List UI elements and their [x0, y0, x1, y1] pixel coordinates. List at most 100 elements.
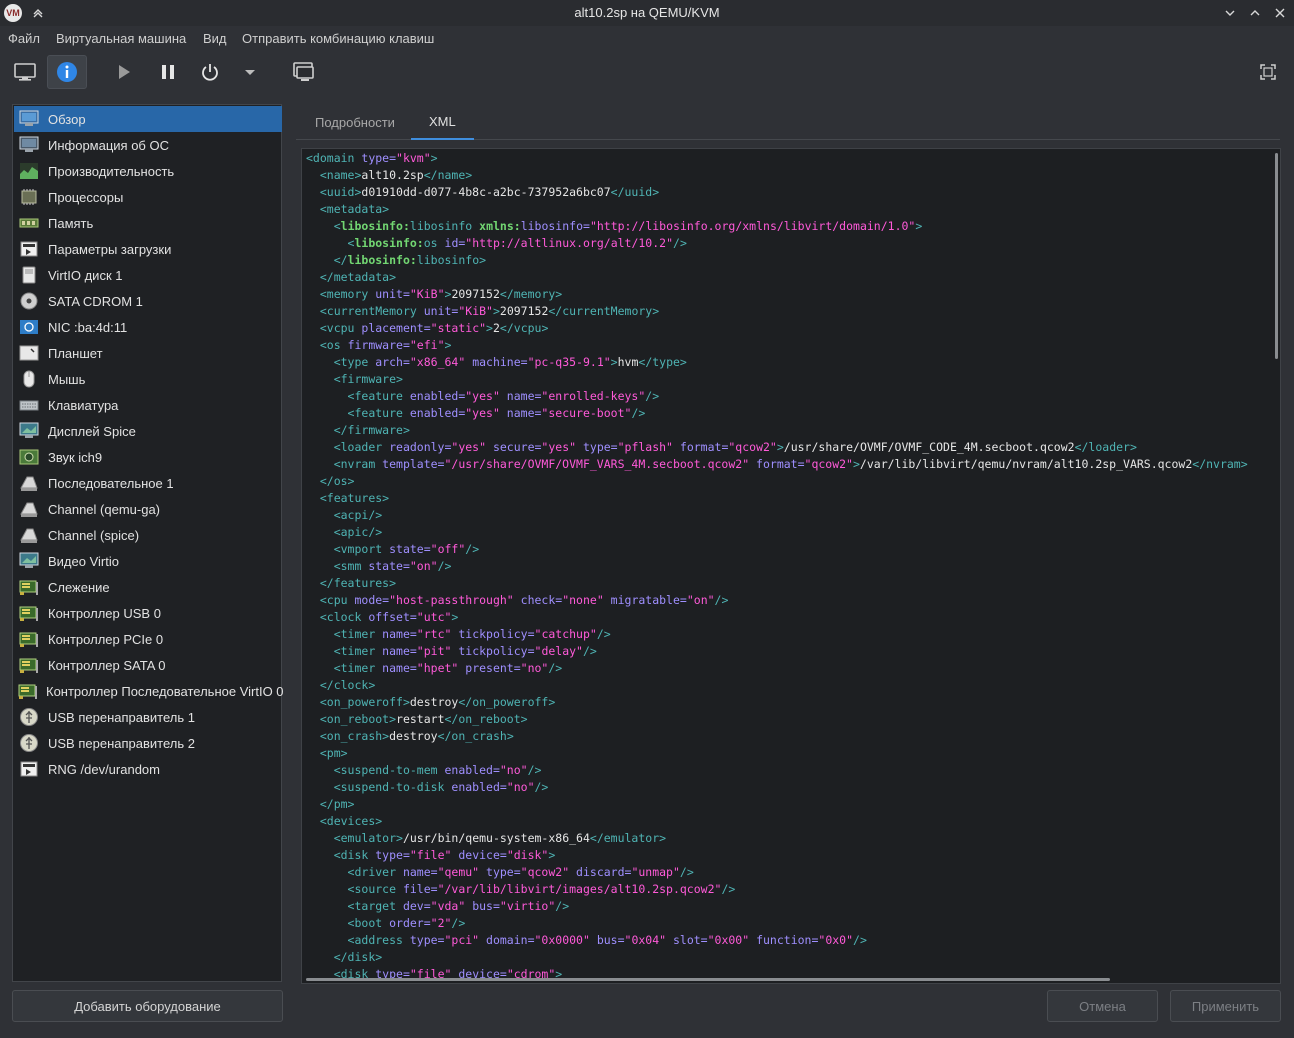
xml-line: </clock> — [319, 678, 376, 692]
sidebar-item[interactable]: Дисплей Spice — [14, 418, 282, 444]
snapshots-button[interactable] — [284, 55, 324, 89]
sidebar-item-label: RNG /dev/urandom — [48, 761, 160, 777]
sidebar-item[interactable]: Видео Virtio — [14, 548, 282, 574]
minimize-icon[interactable] — [1220, 3, 1240, 23]
fullscreen-icon — [1260, 64, 1276, 80]
cancel-button[interactable]: Отмена — [1047, 990, 1158, 1022]
sidebar-item[interactable]: Контроллер Последовательное VirtIO 0 — [14, 678, 284, 704]
sidebar-item[interactable]: Память — [14, 210, 282, 236]
tab-xml[interactable]: XML — [411, 104, 474, 140]
sidebar-item-label: Контроллер PCIe 0 — [48, 631, 164, 647]
controller-card-icon — [18, 603, 40, 623]
sidebar-item[interactable]: RNG /dev/urandom — [14, 756, 282, 782]
tab-details[interactable]: Подробности — [304, 104, 406, 140]
xml-line: <features> — [319, 491, 390, 505]
xml-line: <emulator>/usr/bin/qemu-system-x86_64</e… — [333, 831, 667, 845]
sidebar-item[interactable]: Channel (spice) — [14, 522, 282, 548]
xml-line: <disk type="file" device="disk"> — [333, 848, 556, 862]
shutdown-menu-button[interactable] — [232, 55, 268, 89]
tablet-icon — [18, 343, 40, 363]
sidebar-item[interactable]: SATA CDROM 1 — [14, 288, 282, 314]
sidebar-item[interactable]: Слежение — [14, 574, 282, 600]
menu-file[interactable]: Файл — [8, 31, 40, 46]
vertical-scrollbar[interactable] — [1275, 153, 1278, 359]
power-icon — [202, 64, 218, 81]
sidebar-item[interactable]: Процессоры — [14, 184, 282, 210]
xml-line: <timer name="rtc" tickpolicy="catchup"/> — [333, 627, 611, 641]
keyboard-icon — [18, 395, 40, 415]
video-icon — [18, 551, 40, 571]
sidebar-item[interactable]: USB перенаправитель 2 — [14, 730, 282, 756]
xml-line: <devices> — [319, 814, 383, 828]
xml-line: <on_poweroff>destroy</on_poweroff> — [319, 695, 556, 709]
sidebar-item-label: USB перенаправитель 1 — [48, 709, 195, 725]
horizontal-scrollbar[interactable] — [306, 978, 1110, 981]
menu-send-key[interactable]: Отправить комбинацию клавиш — [242, 31, 434, 46]
sidebar-item-label: Звук ich9 — [48, 449, 103, 465]
xml-line: <on_reboot>restart</on_reboot> — [319, 712, 528, 726]
sidebar-item[interactable]: NIC :ba:4d:11 — [14, 314, 282, 340]
chevron-down-icon — [245, 70, 255, 75]
xml-line: <domain type="kvm"> — [306, 151, 438, 165]
sidebar-item[interactable]: Контроллер USB 0 — [14, 600, 282, 626]
sidebar-item[interactable]: Производительность — [14, 158, 282, 184]
xml-line: <suspend-to-mem enabled="no"/> — [333, 763, 542, 777]
serial-icon — [18, 473, 40, 493]
sidebar-item[interactable]: VirtIO диск 1 — [14, 262, 282, 288]
disk-icon — [18, 265, 40, 285]
details-view-button[interactable] — [47, 55, 87, 89]
xml-line: <feature enabled="yes" name="secure-boot… — [347, 406, 646, 420]
sidebar-item-label: Контроллер USB 0 — [48, 605, 161, 621]
close-icon[interactable] — [1270, 3, 1290, 23]
maximize-icon[interactable] — [1245, 3, 1265, 23]
sidebar-item[interactable]: Звук ich9 — [14, 444, 282, 470]
sidebar-item[interactable]: Информация об ОС — [14, 132, 282, 158]
sidebar-item-label: Производительность — [48, 163, 175, 179]
sidebar-item[interactable]: Channel (qemu-ga) — [14, 496, 282, 522]
menu-view[interactable]: Вид — [203, 31, 227, 46]
sidebar-item[interactable]: Мышь — [14, 366, 282, 392]
sidebar-item-label: USB перенаправитель 2 — [48, 735, 195, 751]
sidebar-item-label: Channel (qemu-ga) — [48, 501, 161, 517]
title-bar: VM alt10.2sp на QEMU/KVM — [0, 0, 1294, 26]
shutdown-button[interactable] — [190, 55, 230, 89]
display-icon — [18, 421, 40, 441]
sidebar-item-label: Обзор — [48, 111, 86, 127]
sidebar-item[interactable]: Клавиатура — [14, 392, 282, 418]
rng-icon — [18, 759, 40, 779]
xml-line: <boot order="2"/> — [347, 916, 466, 930]
xml-line: <source file="/var/lib/libvirt/images/al… — [347, 882, 736, 896]
sidebar-item[interactable]: Контроллер PCIe 0 — [14, 626, 282, 652]
menu-bar: Файл Виртуальная машина Вид Отправить ко… — [0, 26, 1294, 50]
sidebar-item[interactable]: Контроллер SATA 0 — [14, 652, 282, 678]
controller-card-icon — [18, 655, 40, 675]
channel-icon — [18, 499, 40, 519]
xml-line: <suspend-to-disk enabled="no"/> — [333, 780, 549, 794]
pause-button[interactable] — [148, 55, 188, 89]
run-button[interactable] — [104, 55, 144, 89]
xml-text[interactable]: <domain type="kvm"> <name>alt10.2sp</nam… — [306, 150, 1248, 983]
window-title: alt10.2sp на QEMU/KVM — [574, 5, 720, 20]
menu-virtual-machine[interactable]: Виртуальная машина — [56, 31, 186, 46]
sidebar-item-label: Память — [48, 215, 94, 231]
xml-line: <name>alt10.2sp</name> — [319, 168, 473, 182]
apply-button[interactable]: Применить — [1170, 990, 1281, 1022]
sidebar-item[interactable]: Последовательное 1 — [14, 470, 282, 496]
memory-module-icon — [18, 213, 40, 233]
sidebar-item-label: Дисплей Spice — [48, 423, 136, 439]
sidebar-item-label: Контроллер SATA 0 — [48, 657, 166, 673]
xml-line: <os firmware="efi"> — [319, 338, 452, 352]
xml-editor[interactable]: <domain type="kvm"> <name>alt10.2sp</nam… — [301, 148, 1281, 984]
controller-card-icon — [18, 629, 40, 649]
sidebar-item[interactable]: Планшет — [14, 340, 282, 366]
add-hardware-button[interactable]: Добавить оборудование — [12, 990, 283, 1022]
xml-line: <apic/> — [333, 525, 383, 539]
sidebar-item[interactable]: Обзор — [14, 106, 282, 132]
mouse-icon — [18, 369, 40, 389]
fullscreen-button[interactable] — [1248, 55, 1288, 89]
sidebar-item[interactable]: USB перенаправитель 1 — [14, 704, 282, 730]
details-tabs: Подробности XML — [296, 104, 1280, 140]
play-icon — [119, 65, 130, 79]
console-view-button[interactable] — [5, 55, 45, 89]
sidebar-item[interactable]: Параметры загрузки — [14, 236, 282, 262]
